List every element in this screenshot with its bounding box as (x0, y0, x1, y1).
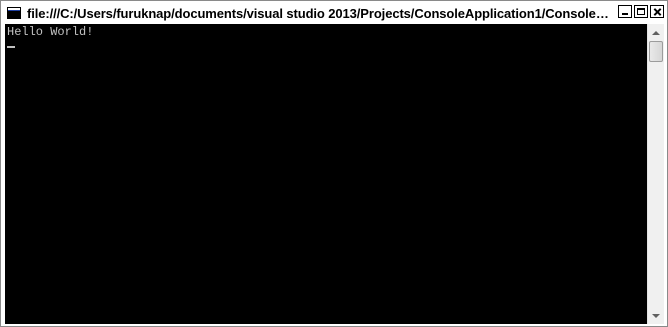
scrollbar-thumb[interactable] (649, 41, 663, 62)
scroll-up-arrow-icon (652, 30, 660, 35)
scroll-down-arrow-icon (652, 313, 660, 318)
console-window: file:///C:/Users/furuknap/documents/visu… (0, 0, 668, 327)
window-title: file:///C:/Users/furuknap/documents/visu… (27, 5, 615, 21)
text-cursor (7, 46, 15, 48)
console-line: Hello World! (7, 25, 94, 39)
minimize-icon[interactable] (618, 5, 632, 18)
scroll-up-button[interactable] (648, 24, 664, 41)
close-icon[interactable] (650, 5, 664, 18)
title-bar[interactable]: file:///C:/Users/furuknap/documents/visu… (2, 2, 666, 24)
window-controls (618, 5, 664, 18)
console-output[interactable]: Hello World! (5, 24, 647, 324)
maximize-icon[interactable] (634, 5, 648, 18)
console-icon[interactable] (7, 7, 21, 19)
scroll-down-button[interactable] (648, 307, 664, 324)
vertical-scrollbar[interactable] (647, 24, 664, 324)
